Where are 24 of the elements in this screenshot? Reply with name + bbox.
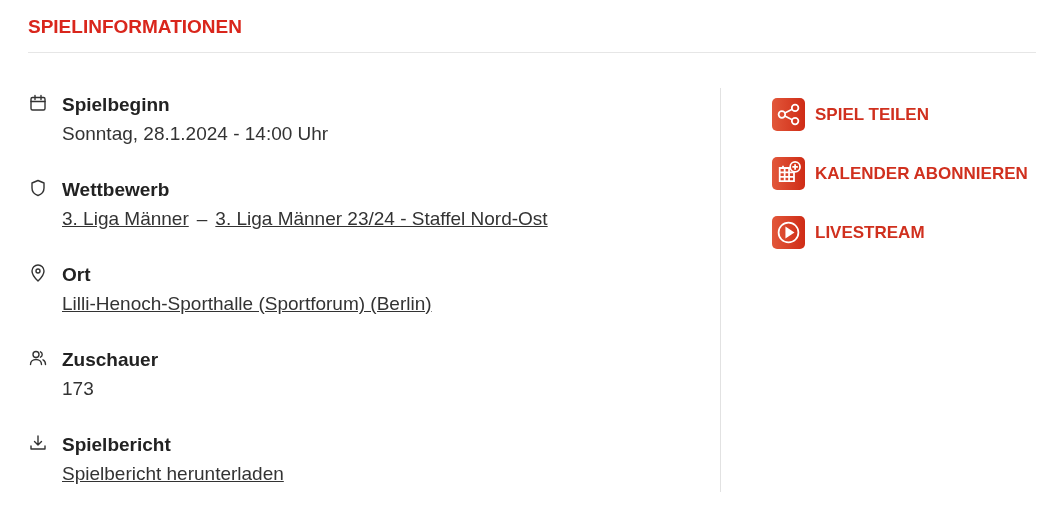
- info-link[interactable]: 3. Liga Männer: [62, 203, 189, 235]
- calendar-add-icon[interactable]: [772, 157, 805, 190]
- info-link[interactable]: Spielbericht herunterladen: [62, 458, 284, 490]
- section-title: SPIELINFORMATIONEN: [28, 16, 1036, 53]
- shield-icon: [28, 178, 48, 198]
- info-label: Spielbeginn: [62, 93, 171, 117]
- info-value: Sonntag, 28.1.2024 - 14:00 Uhr: [62, 122, 329, 146]
- info-label: Spielbericht: [62, 433, 172, 457]
- info-label: Zuschauer: [62, 348, 159, 372]
- info-label: Ort: [62, 263, 92, 287]
- action-link[interactable]: KALENDER ABONNIEREN: [815, 163, 1028, 184]
- info-value: 173: [62, 377, 94, 401]
- action-link[interactable]: LIVESTREAM: [815, 222, 925, 243]
- info-link[interactable]: Lilli-Henoch-Sporthalle (Sportforum) (Berlin): [62, 288, 432, 320]
- location-pin-icon: [28, 263, 48, 283]
- share-icon[interactable]: [772, 98, 805, 131]
- calendar-icon: [28, 93, 48, 113]
- info-value: –: [196, 207, 208, 231]
- info-label: Wettbewerb: [62, 178, 171, 202]
- people-icon: [28, 348, 48, 368]
- action-link[interactable]: SPIEL TEILEN: [815, 104, 929, 125]
- info-link[interactable]: 3. Liga Männer 23/24 - Staffel Nord-Ost: [215, 203, 548, 235]
- play-icon[interactable]: [772, 216, 805, 249]
- download-icon: [28, 433, 48, 453]
